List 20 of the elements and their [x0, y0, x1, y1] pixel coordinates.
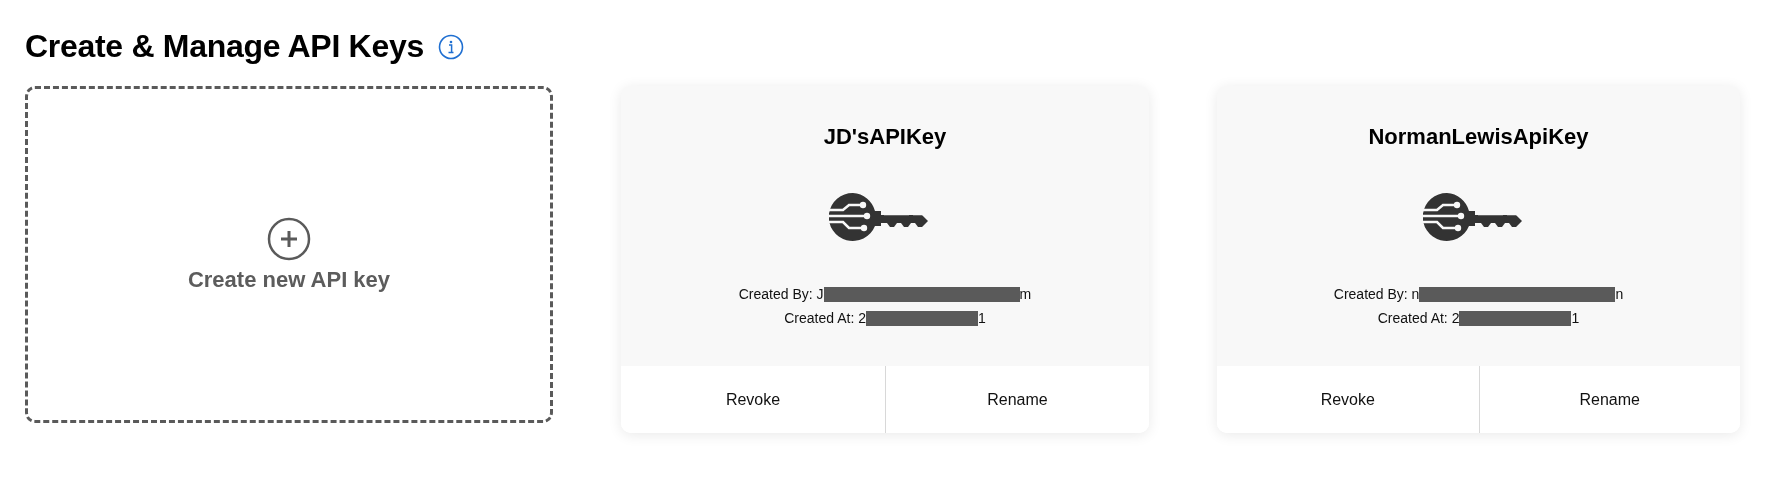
meta-label: Created By:	[738, 286, 814, 302]
key-name: JD'sAPIKey	[823, 124, 947, 150]
card-action-button[interactable]: Rename	[885, 366, 1149, 433]
plus-circle-icon	[267, 216, 311, 261]
meta-value-start: 2	[858, 310, 866, 326]
meta-value-start: 2	[1451, 310, 1460, 326]
meta-value-end: 1	[1571, 310, 1580, 326]
meta-label: Created At:	[784, 310, 856, 326]
meta-value-start: n	[1411, 286, 1420, 302]
meta-value-end: n	[1615, 286, 1624, 302]
meta-label: Created At:	[1377, 310, 1449, 326]
page-title: Create & Manage API Keys	[25, 28, 424, 65]
key-name: NormanLewisApiKey	[1368, 124, 1589, 150]
meta-label: Created By:	[1333, 286, 1409, 302]
meta-value-end: m	[1019, 286, 1032, 302]
info-icon[interactable]	[437, 33, 464, 60]
create-api-key-tile[interactable]: Create new API key	[25, 86, 553, 423]
card-action-button[interactable]: Rename	[1478, 366, 1740, 433]
meta-value-start: J	[816, 286, 824, 302]
meta-value-end: 1	[977, 310, 986, 326]
